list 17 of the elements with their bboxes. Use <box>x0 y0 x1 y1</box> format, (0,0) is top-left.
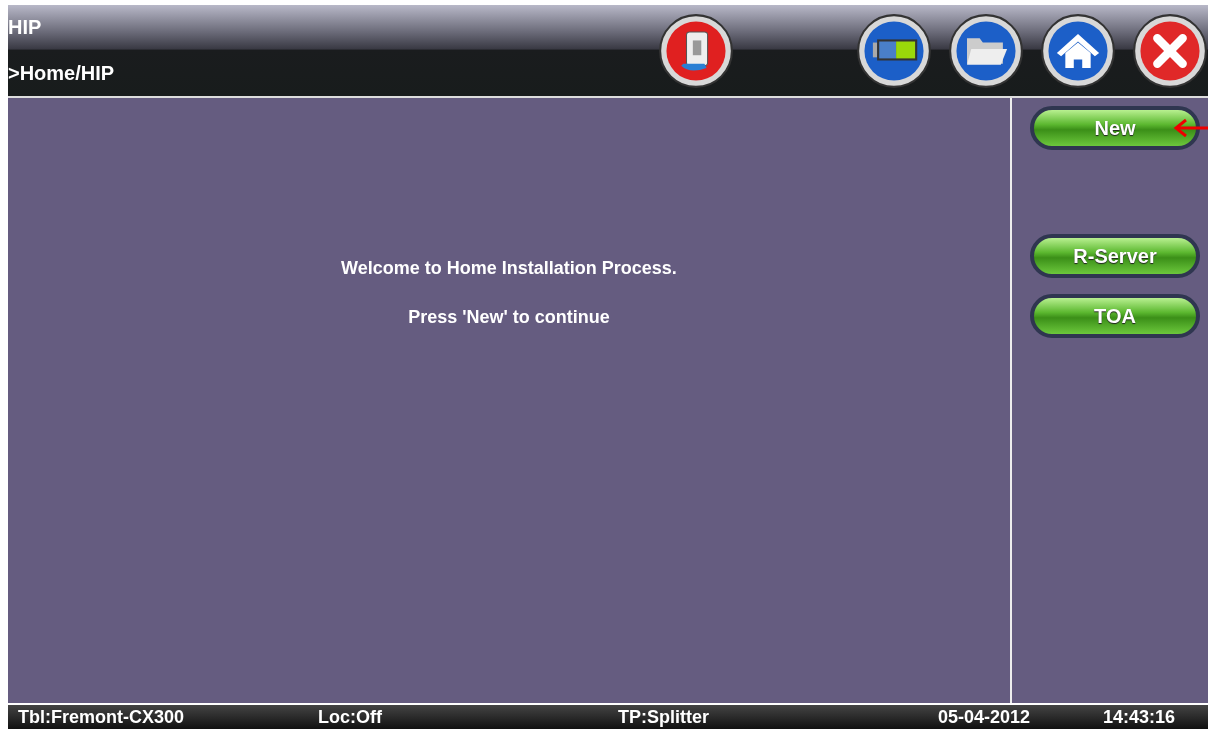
action-button[interactable]: New <box>1030 106 1200 150</box>
message-text: Press 'New' to continue <box>408 307 610 328</box>
status-text: Loc:Off <box>318 706 383 728</box>
battery-icon[interactable] <box>856 12 932 89</box>
action-button[interactable]: R-Server <box>1030 234 1200 278</box>
message-text: Welcome to Home Installation Process. <box>341 258 677 279</box>
status-text: 05-04-2012 <box>938 706 1032 728</box>
breadcrumb: >Home/HIP <box>8 61 116 86</box>
status-text: Tbl:Fremont-CX300 <box>18 706 186 728</box>
window-title: HIP <box>8 15 43 40</box>
home-icon[interactable] <box>1040 12 1116 89</box>
device-button-icon[interactable] <box>658 12 734 89</box>
close-icon[interactable] <box>1132 12 1208 89</box>
status-text: 14:43:16 <box>1103 706 1176 728</box>
status-text: TP:Splitter <box>618 706 710 728</box>
action-button[interactable]: TOA <box>1030 294 1200 338</box>
folder-icon[interactable] <box>948 12 1024 89</box>
